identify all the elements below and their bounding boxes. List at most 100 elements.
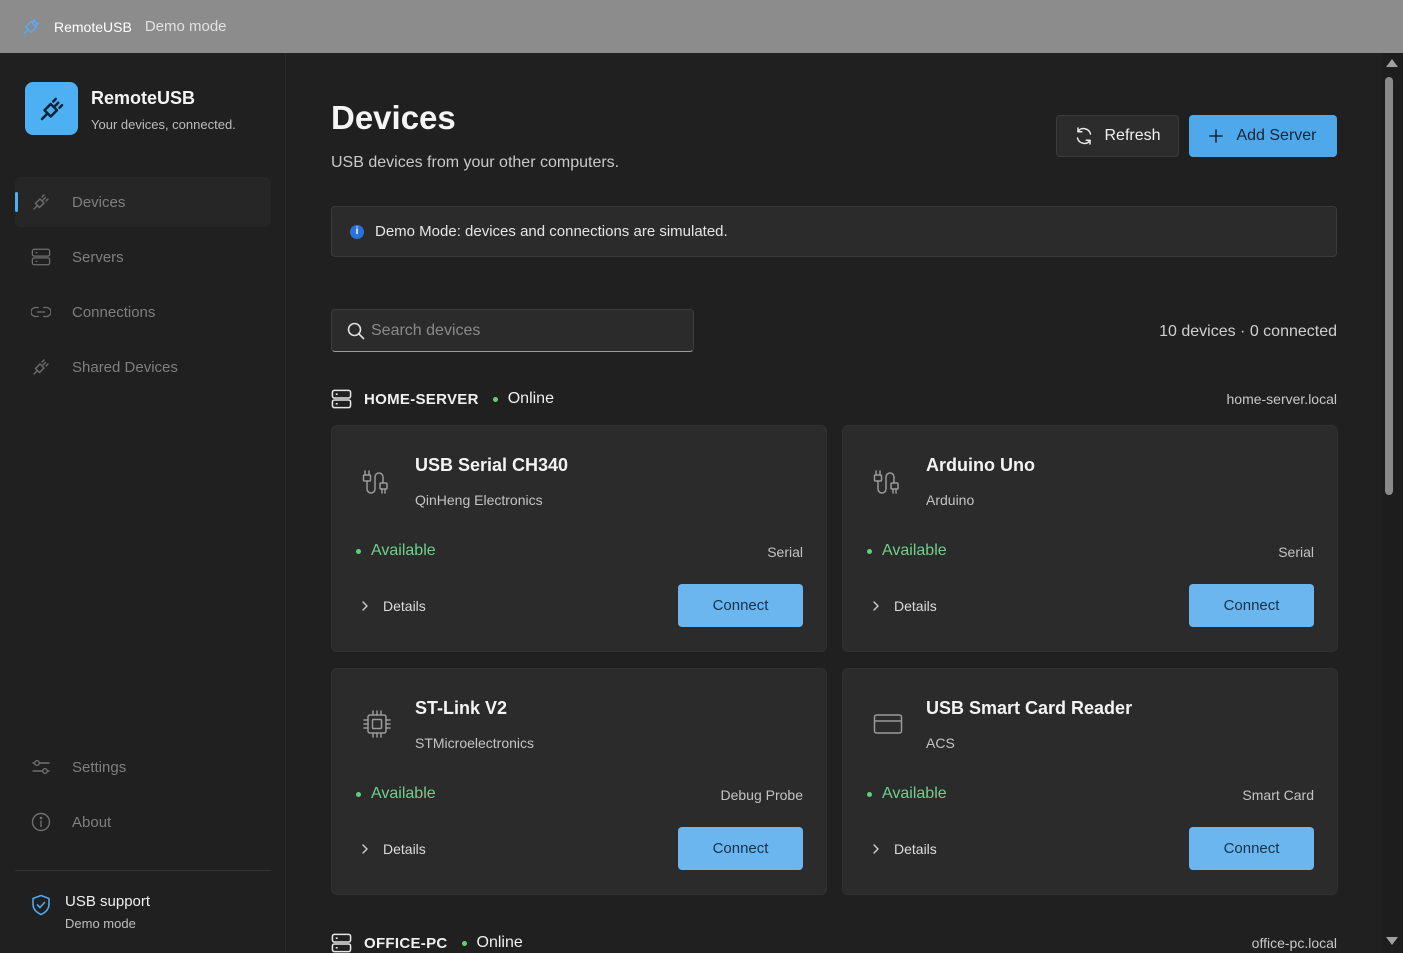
search-box[interactable] xyxy=(331,309,694,352)
chip-icon xyxy=(360,707,394,741)
device-name: USB Serial CH340 xyxy=(415,455,569,475)
device-card: Arduino Uno Arduino Available Serial Det… xyxy=(842,425,1338,652)
sidebar-item-label: Connections xyxy=(72,303,156,321)
chevron-right-icon xyxy=(361,600,369,612)
device-vendor: ACS xyxy=(926,735,955,751)
device-vendor: STMicroelectronics xyxy=(415,735,535,751)
refresh-label: Refresh xyxy=(1104,127,1161,144)
sidebar-item-label: Devices xyxy=(72,193,126,211)
info-text: Demo Mode: devices and connections are s… xyxy=(375,223,728,240)
server-icon xyxy=(331,388,352,410)
sidebar-item-servers[interactable]: Servers xyxy=(15,232,271,282)
sidebar-item-label: Servers xyxy=(72,248,124,266)
device-name: ST-Link V2 xyxy=(415,698,508,718)
device-type: Smart Card xyxy=(1242,787,1314,803)
sidebar-item-devices[interactable]: Devices xyxy=(15,177,271,227)
brand: RemoteUSB Your devices, connected. xyxy=(25,82,236,135)
server-name: OFFICE-PC xyxy=(364,934,448,952)
device-status: Available xyxy=(882,542,947,559)
device-count: 10 devices · 0 connected xyxy=(1159,323,1337,340)
add-server-button[interactable]: Add Server xyxy=(1189,115,1337,157)
connect-button[interactable]: Connect xyxy=(678,827,803,870)
search-icon xyxy=(347,322,365,340)
card-icon xyxy=(871,707,905,741)
device-name: USB Smart Card Reader xyxy=(926,698,1133,718)
sidebar-item-about[interactable]: About xyxy=(15,797,271,847)
device-status: Available xyxy=(882,785,947,802)
add-server-label: Add Server xyxy=(1236,127,1317,144)
server-status: Online xyxy=(476,934,523,951)
device-type: Serial xyxy=(1278,544,1314,560)
brand-logo xyxy=(25,82,78,135)
plug-icon xyxy=(40,97,63,120)
server-host: home-server.local xyxy=(1226,391,1338,407)
support-title: USB support xyxy=(65,893,151,910)
refresh-button[interactable]: Refresh xyxy=(1056,115,1179,157)
details-label: Details xyxy=(894,598,937,614)
status-dot xyxy=(356,792,361,797)
usb-support-status: USB support Demo mode xyxy=(31,893,150,931)
status-dot xyxy=(356,549,361,554)
server-header-office-pc: OFFICE-PC Online office-pc.local xyxy=(331,931,1337,953)
device-status: Available xyxy=(371,542,436,559)
sidebar: RemoteUSB Your devices, connected. Devic… xyxy=(0,53,286,953)
server-name: HOME-SERVER xyxy=(364,390,479,408)
device-card: USB Smart Card Reader ACS Available Smar… xyxy=(842,668,1338,895)
demo-info-bar: i Demo Mode: devices and connections are… xyxy=(331,206,1337,257)
chevron-right-icon xyxy=(872,600,880,612)
server-status: Online xyxy=(507,390,554,407)
sliders-icon xyxy=(31,757,51,777)
title-bar: RemoteUSB Demo mode xyxy=(0,0,1403,53)
details-toggle[interactable]: Details xyxy=(361,841,426,857)
connect-button[interactable]: Connect xyxy=(678,584,803,627)
details-label: Details xyxy=(383,841,426,857)
main-content: Devices USB devices from your other comp… xyxy=(287,53,1382,953)
device-name: Arduino Uno xyxy=(926,455,1035,475)
info-icon xyxy=(31,812,51,832)
sidebar-item-shared-devices[interactable]: Shared Devices xyxy=(15,342,271,392)
usb-plug-icon xyxy=(360,464,394,498)
server-icon xyxy=(331,932,352,953)
app-name: RemoteUSB xyxy=(54,18,132,35)
details-label: Details xyxy=(383,598,426,614)
page-title: Devices xyxy=(331,99,456,136)
device-vendor: QinHeng Electronics xyxy=(415,492,543,508)
server-icon xyxy=(31,247,51,267)
sidebar-item-settings[interactable]: Settings xyxy=(15,742,271,792)
refresh-icon xyxy=(1074,126,1094,146)
scrollbar[interactable] xyxy=(1382,53,1403,953)
scroll-thumb[interactable] xyxy=(1385,77,1393,495)
plug-icon xyxy=(31,192,51,212)
brand-title: RemoteUSB xyxy=(91,88,196,108)
page-subtitle: USB devices from your other computers. xyxy=(331,154,620,171)
chevron-right-icon xyxy=(872,843,880,855)
connect-button[interactable]: Connect xyxy=(1189,827,1314,870)
details-toggle[interactable]: Details xyxy=(872,598,937,614)
device-vendor: Arduino xyxy=(926,492,975,508)
support-subtitle: Demo mode xyxy=(65,916,136,931)
sidebar-item-label: About xyxy=(72,813,112,831)
device-type: Debug Probe xyxy=(720,787,803,803)
active-indicator xyxy=(15,192,18,212)
device-type: Serial xyxy=(767,544,803,560)
details-toggle[interactable]: Details xyxy=(872,841,937,857)
plug-icon xyxy=(31,357,51,377)
online-dot xyxy=(492,396,498,402)
plus-icon xyxy=(1209,129,1224,143)
sidebar-item-connections[interactable]: Connections xyxy=(15,287,271,337)
device-card: USB Serial CH340 QinHeng Electronics Ava… xyxy=(331,425,827,652)
status-dot xyxy=(867,792,872,797)
sidebar-divider xyxy=(15,870,271,871)
shield-check-icon xyxy=(32,894,50,916)
sidebar-item-label: Settings xyxy=(72,758,127,776)
device-status: Available xyxy=(371,785,436,802)
mode-label: Demo mode xyxy=(144,18,227,35)
device-card: ST-Link V2 STMicroelectronics Available … xyxy=(331,668,827,895)
details-toggle[interactable]: Details xyxy=(361,598,426,614)
scroll-up-icon[interactable] xyxy=(1386,59,1398,67)
server-host: office-pc.local xyxy=(1251,935,1337,951)
connect-button[interactable]: Connect xyxy=(1189,584,1314,627)
search-input[interactable] xyxy=(371,321,671,340)
scroll-down-icon[interactable] xyxy=(1386,937,1398,945)
online-dot xyxy=(461,940,467,946)
